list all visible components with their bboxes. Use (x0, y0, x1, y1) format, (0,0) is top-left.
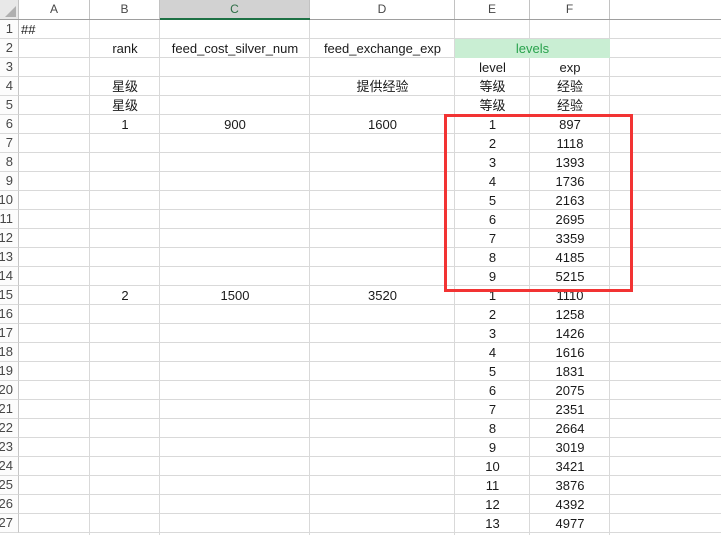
row-header-23[interactable]: 23 (0, 438, 19, 457)
row-header-4[interactable]: 4 (0, 77, 19, 96)
cell-E18[interactable]: 4 (455, 343, 530, 362)
row-header-13[interactable]: 13 (0, 248, 19, 267)
cell-B4[interactable]: 星级 (90, 77, 160, 96)
cell-F3[interactable]: exp (530, 58, 610, 77)
cell-C6[interactable]: 900 (160, 115, 310, 134)
row-header-14[interactable]: 14 (0, 267, 19, 286)
row-header-19[interactable]: 19 (0, 362, 19, 381)
cell-E26[interactable]: 12 (455, 495, 530, 514)
column-header-A[interactable]: A (19, 0, 90, 19)
cell-E24[interactable]: 10 (455, 457, 530, 476)
cell-C2[interactable]: feed_cost_silver_num (160, 39, 310, 58)
cell-F19[interactable]: 1831 (530, 362, 610, 381)
cell-E16[interactable]: 2 (455, 305, 530, 324)
column-header-F[interactable]: F (530, 0, 610, 19)
cell-E22[interactable]: 8 (455, 419, 530, 438)
cell-F20[interactable]: 2075 (530, 381, 610, 400)
row-header-17[interactable]: 17 (0, 324, 19, 343)
selected-column-underline (160, 18, 310, 20)
column-header-D[interactable]: D (310, 0, 455, 19)
row-header-20[interactable]: 20 (0, 381, 19, 400)
row-header-7[interactable]: 7 (0, 134, 19, 153)
cell-B2[interactable]: rank (90, 39, 160, 58)
cell-F21[interactable]: 2351 (530, 400, 610, 419)
cell-B5[interactable]: 星级 (90, 96, 160, 115)
row-header-22[interactable]: 22 (0, 419, 19, 438)
row-header-26[interactable]: 26 (0, 495, 19, 514)
cell-F16[interactable]: 1258 (530, 305, 610, 324)
cell-B15[interactable]: 2 (90, 286, 160, 305)
cell-F23[interactable]: 3019 (530, 438, 610, 457)
cell-E25[interactable]: 11 (455, 476, 530, 495)
row-header-3[interactable]: 3 (0, 58, 19, 77)
cell-E4[interactable]: 等级 (455, 77, 530, 96)
cell-E23[interactable]: 9 (455, 438, 530, 457)
cell-A1[interactable]: ## (19, 20, 90, 39)
row-header-8[interactable]: 8 (0, 153, 19, 172)
cell-F4[interactable]: 经验 (530, 77, 610, 96)
row-header-2[interactable]: 2 (0, 39, 19, 58)
column-header-C[interactable]: C (160, 0, 310, 19)
cell-D2[interactable]: feed_exchange_exp (310, 39, 455, 58)
cell-C15[interactable]: 1500 (160, 286, 310, 305)
column-header-B[interactable]: B (90, 0, 160, 19)
cell-E20[interactable]: 6 (455, 381, 530, 400)
row-header-11[interactable]: 11 (0, 210, 19, 229)
cell-E19[interactable]: 5 (455, 362, 530, 381)
cell-E5[interactable]: 等级 (455, 96, 530, 115)
cell-F18[interactable]: 1616 (530, 343, 610, 362)
cell-E2[interactable]: levels (455, 39, 610, 58)
select-all-corner[interactable] (0, 0, 19, 19)
cell-F24[interactable]: 3421 (530, 457, 610, 476)
cell-E17[interactable]: 3 (455, 324, 530, 343)
cell-D15[interactable]: 3520 (310, 286, 455, 305)
cell-E3[interactable]: level (455, 58, 530, 77)
row-header-21[interactable]: 21 (0, 400, 19, 419)
spreadsheet: ##rankfeed_cost_silver_numfeed_exchange_… (0, 0, 721, 535)
cell-F26[interactable]: 4392 (530, 495, 610, 514)
row-header-6[interactable]: 6 (0, 115, 19, 134)
row-header-15[interactable]: 15 (0, 286, 19, 305)
cell-F22[interactable]: 2664 (530, 419, 610, 438)
cell-D4[interactable]: 提供经验 (310, 77, 455, 96)
row-header-10[interactable]: 10 (0, 191, 19, 210)
row-header-27[interactable]: 27 (0, 514, 19, 533)
row-header-18[interactable]: 18 (0, 343, 19, 362)
row-header-5[interactable]: 5 (0, 96, 19, 115)
highlight-rectangle[interactable] (444, 114, 633, 292)
row-header-25[interactable]: 25 (0, 476, 19, 495)
cell-F5[interactable]: 经验 (530, 96, 610, 115)
cell-E27[interactable]: 13 (455, 514, 530, 533)
cell-D6[interactable]: 1600 (310, 115, 455, 134)
column-header-E[interactable]: E (455, 0, 530, 19)
cell-E21[interactable]: 7 (455, 400, 530, 419)
select-all-triangle-icon (5, 6, 16, 17)
gridline (309, 20, 310, 535)
row-header-9[interactable]: 9 (0, 172, 19, 191)
cell-F17[interactable]: 1426 (530, 324, 610, 343)
cell-F27[interactable]: 4977 (530, 514, 610, 533)
cell-F25[interactable]: 3876 (530, 476, 610, 495)
row-header-16[interactable]: 16 (0, 305, 19, 324)
row-header-24[interactable]: 24 (0, 457, 19, 476)
cell-B6[interactable]: 1 (90, 115, 160, 134)
row-header-1[interactable]: 1 (0, 20, 19, 39)
row-header-12[interactable]: 12 (0, 229, 19, 248)
